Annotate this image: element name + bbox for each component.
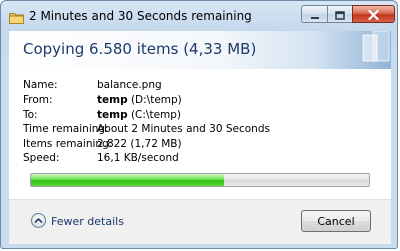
detail-value: balance.png [97,79,162,91]
close-button[interactable] [352,5,395,23]
decorative-glass-icon [349,31,391,69]
copy-progress-bar [30,173,370,187]
copy-dialog-window: 2 Minutes and 30 Seconds remaining Copyi… [0,0,398,249]
detail-label: To: [23,109,38,121]
minimize-button[interactable] [301,5,328,23]
chevron-up-icon [31,213,46,228]
detail-label: Name: [23,79,58,91]
maximize-button[interactable] [327,5,353,23]
detail-label: From: [23,94,53,106]
detail-value: 16,1 KB/second [97,152,179,164]
destination-folder-name: temp [97,109,128,121]
detail-value: 2.822 (1,72 MB) [97,138,182,150]
copy-summary-title: Copying 6.580 items (4,33 MB) [23,40,257,58]
destination-folder-path: (C:\temp) [127,109,182,121]
folder-icon [9,9,24,24]
dialog-footer: Fewer details Cancel [9,199,391,244]
detail-value: temp (C:\temp) [97,109,181,121]
fewer-details-button[interactable]: Fewer details [31,212,141,232]
header-band: Copying 6.580 items (4,33 MB) [9,31,391,69]
source-folder-name: temp [97,94,128,106]
detail-value: About 2 Minutes and 30 Seconds [97,123,270,135]
window-title: 2 Minutes and 30 Seconds remaining [29,9,252,23]
maximize-icon [335,5,345,24]
progress-bar-fill [31,174,224,186]
source-folder-path: (D:\temp) [127,94,182,106]
detail-value: temp (D:\temp) [97,94,182,106]
fewer-details-label: Fewer details [51,215,124,228]
detail-label: Time remaining: [23,123,109,135]
close-icon [368,5,379,24]
detail-label: Speed: [23,152,60,164]
cancel-button[interactable]: Cancel [301,210,371,232]
title-bar[interactable]: 2 Minutes and 30 Seconds remaining [1,1,397,31]
minimize-icon [310,5,320,24]
